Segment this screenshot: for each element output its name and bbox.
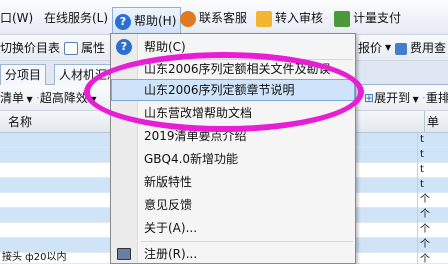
list-label: 清单 xyxy=(0,91,25,105)
menu-item-help-label: 帮助(C) xyxy=(144,40,186,54)
unit-cell: t xyxy=(417,133,448,148)
menu-item-new-features[interactable]: 新版特性 xyxy=(111,171,355,193)
menu-item-vat-help[interactable]: 山东营改增帮助文档 xyxy=(111,102,355,124)
unit-cell: 个 xyxy=(417,208,448,223)
menu-metering-payment[interactable]: 计量支付 xyxy=(334,8,401,28)
menu-item-chapter-notes[interactable]: 山东2006序列定额章节说明 xyxy=(111,79,355,101)
hyper-height-button[interactable]: ·超高降效 ▼ xyxy=(36,89,97,107)
properties-button[interactable]: 属性 xyxy=(64,39,105,57)
list-button[interactable]: 清单 ▼ xyxy=(0,89,33,107)
menu-item-related-files-errata[interactable]: 山东2006序列定额相关文件及勘误 xyxy=(111,58,355,80)
unit-cell: 个 xyxy=(417,238,448,253)
menu-online-service[interactable]: 在线服务(L) xyxy=(44,8,108,28)
menu-transfer-audit[interactable]: 转入审核 xyxy=(256,8,323,28)
fee-query-button[interactable]: 费用查 xyxy=(395,39,446,57)
unit-cell: t xyxy=(417,178,448,193)
expand-label: 展开到 xyxy=(374,91,411,105)
menu-item-new-functions[interactable]: GBQ4.0新增功能 xyxy=(111,148,355,170)
menu-contact-label: 联系客服 xyxy=(199,11,248,25)
fee-label: 费用查 xyxy=(410,41,447,55)
hyper-dropdown-icon: ▼ xyxy=(87,95,97,104)
list-dropdown-icon: ▼ xyxy=(24,95,33,104)
help-icon: ? xyxy=(115,13,131,30)
menu-contact-service[interactable]: 联系客服 xyxy=(180,8,247,28)
unit-cell: 个 xyxy=(417,223,448,238)
menu-item-help[interactable]: ? 帮助(C) xyxy=(111,36,355,58)
unit-cell: t xyxy=(417,163,448,178)
menu-item-about[interactable]: 关于(A)... xyxy=(111,217,355,239)
properties-icon xyxy=(64,42,78,55)
menu-item-register[interactable]: 注册(R)... xyxy=(111,243,355,264)
help-icon: ? xyxy=(116,39,132,55)
unit-cell: 个 xyxy=(417,253,448,264)
expand-to-button[interactable]: ⊞展开到 ▼ xyxy=(364,89,419,107)
switch-price-list-button[interactable]: 切换价目表 xyxy=(0,39,60,57)
expand-dropdown-icon: ▼ xyxy=(410,95,419,104)
unit-cell: 个 xyxy=(417,193,448,208)
fee-icon xyxy=(395,42,407,55)
resort-button[interactable]: ·重排 xyxy=(422,89,448,107)
payment-icon xyxy=(334,10,350,27)
menu-bar: 口(W) 在线服务(L) ? 帮助(H) 联系客服 转入审核 计量支付 xyxy=(0,0,448,35)
expand-icon: ⊞ xyxy=(364,91,375,105)
price-button[interactable]: 报价 xyxy=(358,39,382,57)
row-name-cell: 接头 ф20以内 xyxy=(2,252,67,263)
audit-icon xyxy=(256,10,272,27)
menu-item-register-label: 注册(R)... xyxy=(144,247,198,261)
unit-cell: t xyxy=(417,148,448,163)
properties-label: 属性 xyxy=(81,41,106,55)
price-dropdown-icon[interactable]: ▼ xyxy=(385,39,391,57)
unit-column-header[interactable]: 单位 xyxy=(424,111,448,151)
menu-separator xyxy=(141,241,353,242)
menu-window[interactable]: 口(W) xyxy=(0,8,33,28)
help-dropdown-menu: ? 帮助(C) 山东2006序列定额相关文件及勘误 山东2006序列定额章节说明… xyxy=(110,33,356,264)
name-column-header[interactable]: 名称 xyxy=(8,111,32,133)
menu-item-feedback[interactable]: 意见反馈 xyxy=(111,194,355,216)
menu-help-label: 帮助(H) xyxy=(134,14,177,28)
hyper-height-label: 超高降效 xyxy=(39,91,88,105)
menu-item-2019-highlights[interactable]: 2019清单要点介绍 xyxy=(111,125,355,147)
register-icon xyxy=(117,248,131,260)
menu-audit-label: 转入审核 xyxy=(275,11,324,25)
resort-label: 重排 xyxy=(425,91,448,105)
tab-sub-items[interactable]: 分项目 xyxy=(0,64,47,85)
customer-service-icon xyxy=(180,10,196,27)
menu-pay-label: 计量支付 xyxy=(353,11,402,25)
menu-help[interactable]: ? 帮助(H) xyxy=(112,7,182,35)
